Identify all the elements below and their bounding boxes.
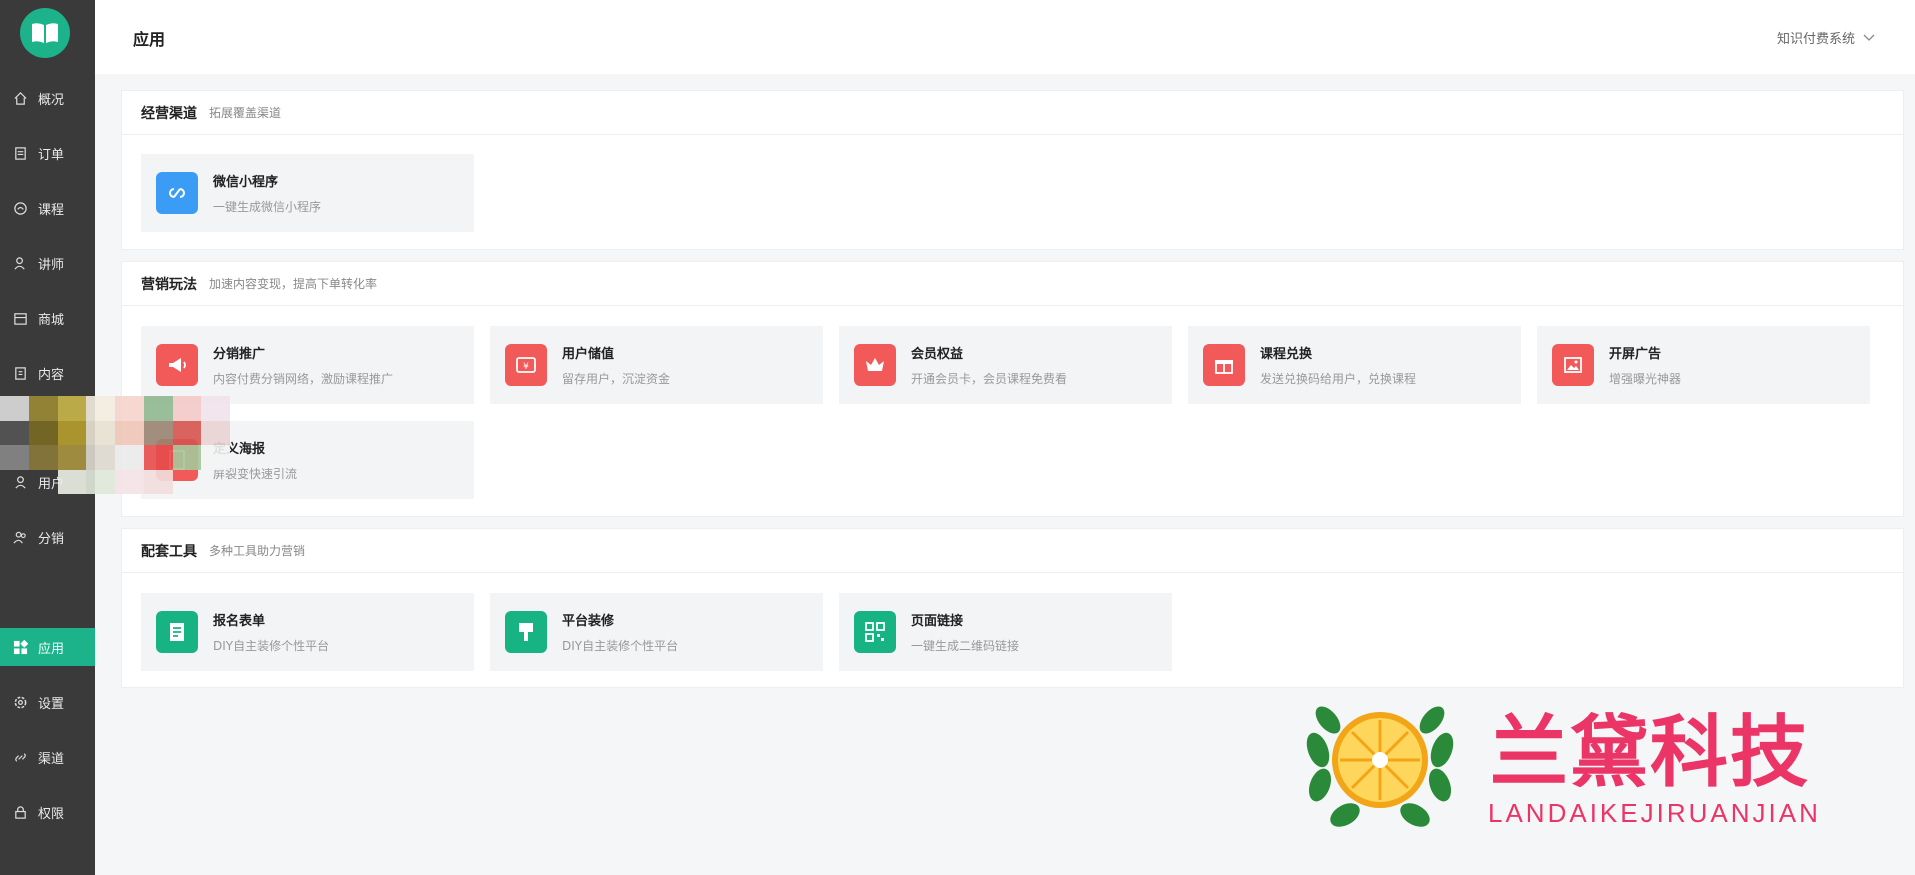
section-header: 经营渠道 拓展覆盖渠道 <box>122 91 1903 135</box>
card-desc: 开通会员卡，会员课程免费看 <box>911 372 1068 386</box>
card-desc: DIY自主装修个性平台 <box>562 639 679 653</box>
card-title: 课程兑换 <box>1260 347 1313 362</box>
system-select-label: 知识付费系统 <box>1776 32 1855 47</box>
sidebar-item-distribution[interactable]: 分销 <box>0 518 95 556</box>
content-icon <box>12 365 28 381</box>
watermark-en: LANDAIKEJIRUANJIAN <box>1488 798 1821 828</box>
lock-icon <box>12 804 28 820</box>
order-icon <box>12 145 28 161</box>
card-desc: 发送兑换码给用户，兑换课程 <box>1260 372 1417 386</box>
logo[interactable] <box>20 8 70 58</box>
section-subtitle: 多种工具助力营销 <box>209 544 306 558</box>
sidebar-item-label: 内容 <box>38 367 65 383</box>
sidebar-item-settings[interactable]: 设置 <box>0 683 95 721</box>
shop-icon <box>12 310 28 326</box>
sidebar-item-label: 订单 <box>38 147 65 163</box>
sidebar-item-label: 讲师 <box>38 257 65 273</box>
sidebar-item-label: 课程 <box>38 202 65 218</box>
chevron-down-icon <box>1863 34 1875 41</box>
book-icon <box>32 23 58 43</box>
sidebar-item-orders[interactable]: 订单 <box>0 134 95 172</box>
sidebar-item-courses[interactable]: 课程 <box>0 189 95 227</box>
teacher-icon <box>12 255 28 271</box>
sidebar-item-permissions[interactable]: 权限 <box>0 793 95 831</box>
card-title: 页面链接 <box>911 614 964 629</box>
sidebar-item-apps[interactable]: 应用 <box>0 628 95 666</box>
watermark-cn: 兰黛科技 <box>1490 707 1811 798</box>
card-title: 报名表单 <box>213 614 266 629</box>
card-desc: 增强曝光神器 <box>1609 372 1682 386</box>
mini-program-icon <box>156 172 198 214</box>
qrcode-icon <box>854 611 896 653</box>
header: 应用 知识付费系统 <box>95 0 1915 74</box>
card-title: 分销推广 <box>213 347 266 362</box>
section-header: 营销玩法 加速内容变现，提高下单转化率 <box>122 262 1903 306</box>
app-icon <box>12 639 28 655</box>
brush-icon <box>505 611 547 653</box>
sidebar-item-shop[interactable]: 商城 <box>0 299 95 337</box>
orange-wreath-logo <box>1306 706 1454 827</box>
gift-icon <box>1203 344 1245 386</box>
pixelated-overlay <box>0 396 230 494</box>
card-splash-ad[interactable]: 开屏广告 增强曝光神器 <box>1537 326 1870 404</box>
watermark: 兰黛科技 LANDAIKEJIRUANJIAN <box>1290 680 1890 840</box>
section-tools: 配套工具 多种工具助力营销 报名表单 DIY自主装修个性平台 平台装修 DIY自… <box>121 528 1904 688</box>
card-platform-decor[interactable]: 平台装修 DIY自主装修个性平台 <box>490 593 823 671</box>
card-wechat-mini-program[interactable]: 微信小程序 一键生成微信小程序 <box>141 154 474 232</box>
sidebar-item-overview[interactable]: 概况 <box>0 79 95 117</box>
svg-text:¥: ¥ <box>523 362 529 372</box>
section-header: 配套工具 多种工具助力营销 <box>122 529 1903 573</box>
megaphone-icon <box>156 344 198 386</box>
card-desc: DIY自主装修个性平台 <box>213 639 330 653</box>
section-title: 经营渠道 <box>141 105 197 122</box>
sidebar-item-label: 设置 <box>38 696 65 712</box>
form-icon <box>156 611 198 653</box>
card-title: 开屏广告 <box>1609 347 1662 362</box>
card-title: 会员权益 <box>911 347 964 362</box>
section-title: 配套工具 <box>141 543 197 560</box>
card-course-redeem[interactable]: 课程兑换 发送兑换码给用户，兑换课程 <box>1188 326 1521 404</box>
wallet-icon: ¥ <box>505 344 547 386</box>
card-desc: 一键生成微信小程序 <box>213 200 322 214</box>
card-title: 用户储值 <box>562 347 615 362</box>
image-icon <box>1552 344 1594 386</box>
crown-icon <box>854 344 896 386</box>
sidebar-item-label: 渠道 <box>38 751 65 767</box>
section-marketing: 营销玩法 加速内容变现，提高下单转化率 分销推广 内容付费分销网络，激励课程推广… <box>121 261 1904 517</box>
course-icon <box>12 200 28 216</box>
card-page-link[interactable]: 页面链接 一键生成二维码链接 <box>839 593 1172 671</box>
distribution-icon <box>12 529 28 545</box>
section-title: 营销玩法 <box>141 276 197 293</box>
sidebar-item-label: 分销 <box>38 531 65 547</box>
sidebar-item-label: 概况 <box>38 92 65 108</box>
card-user-stored-value[interactable]: ¥ 用户储值 留存用户，沉淀资金 <box>490 326 823 404</box>
sidebar-item-label: 应用 <box>38 641 65 657</box>
sidebar-item-teachers[interactable]: 讲师 <box>0 244 95 282</box>
gear-icon <box>12 694 28 710</box>
card-desc: 留存用户，沉淀资金 <box>562 372 671 386</box>
card-membership[interactable]: 会员权益 开通会员卡，会员课程免费看 <box>839 326 1172 404</box>
section-subtitle: 拓展覆盖渠道 <box>209 106 282 120</box>
sidebar-item-label: 商城 <box>38 312 65 328</box>
card-desc: 内容付费分销网络，激励课程推广 <box>213 372 394 386</box>
sidebar-item-content[interactable]: 内容 <box>0 354 95 392</box>
page-title: 应用 <box>133 30 166 49</box>
card-desc: 一键生成二维码链接 <box>911 639 1020 653</box>
card-title: 平台装修 <box>562 614 615 629</box>
link-icon <box>12 749 28 765</box>
card-title: 微信小程序 <box>213 175 279 190</box>
sidebar-item-label: 权限 <box>38 806 65 822</box>
home-icon <box>12 90 28 106</box>
card-distribution[interactable]: 分销推广 内容付费分销网络，激励课程推广 <box>141 326 474 404</box>
system-select[interactable]: 知识付费系统 <box>1777 28 1875 47</box>
sidebar-item-channels[interactable]: 渠道 <box>0 738 95 776</box>
card-signup-form[interactable]: 报名表单 DIY自主装修个性平台 <box>141 593 474 671</box>
section-channels: 经营渠道 拓展覆盖渠道 微信小程序 一键生成微信小程序 <box>121 90 1904 250</box>
section-subtitle: 加速内容变现，提高下单转化率 <box>209 277 378 291</box>
